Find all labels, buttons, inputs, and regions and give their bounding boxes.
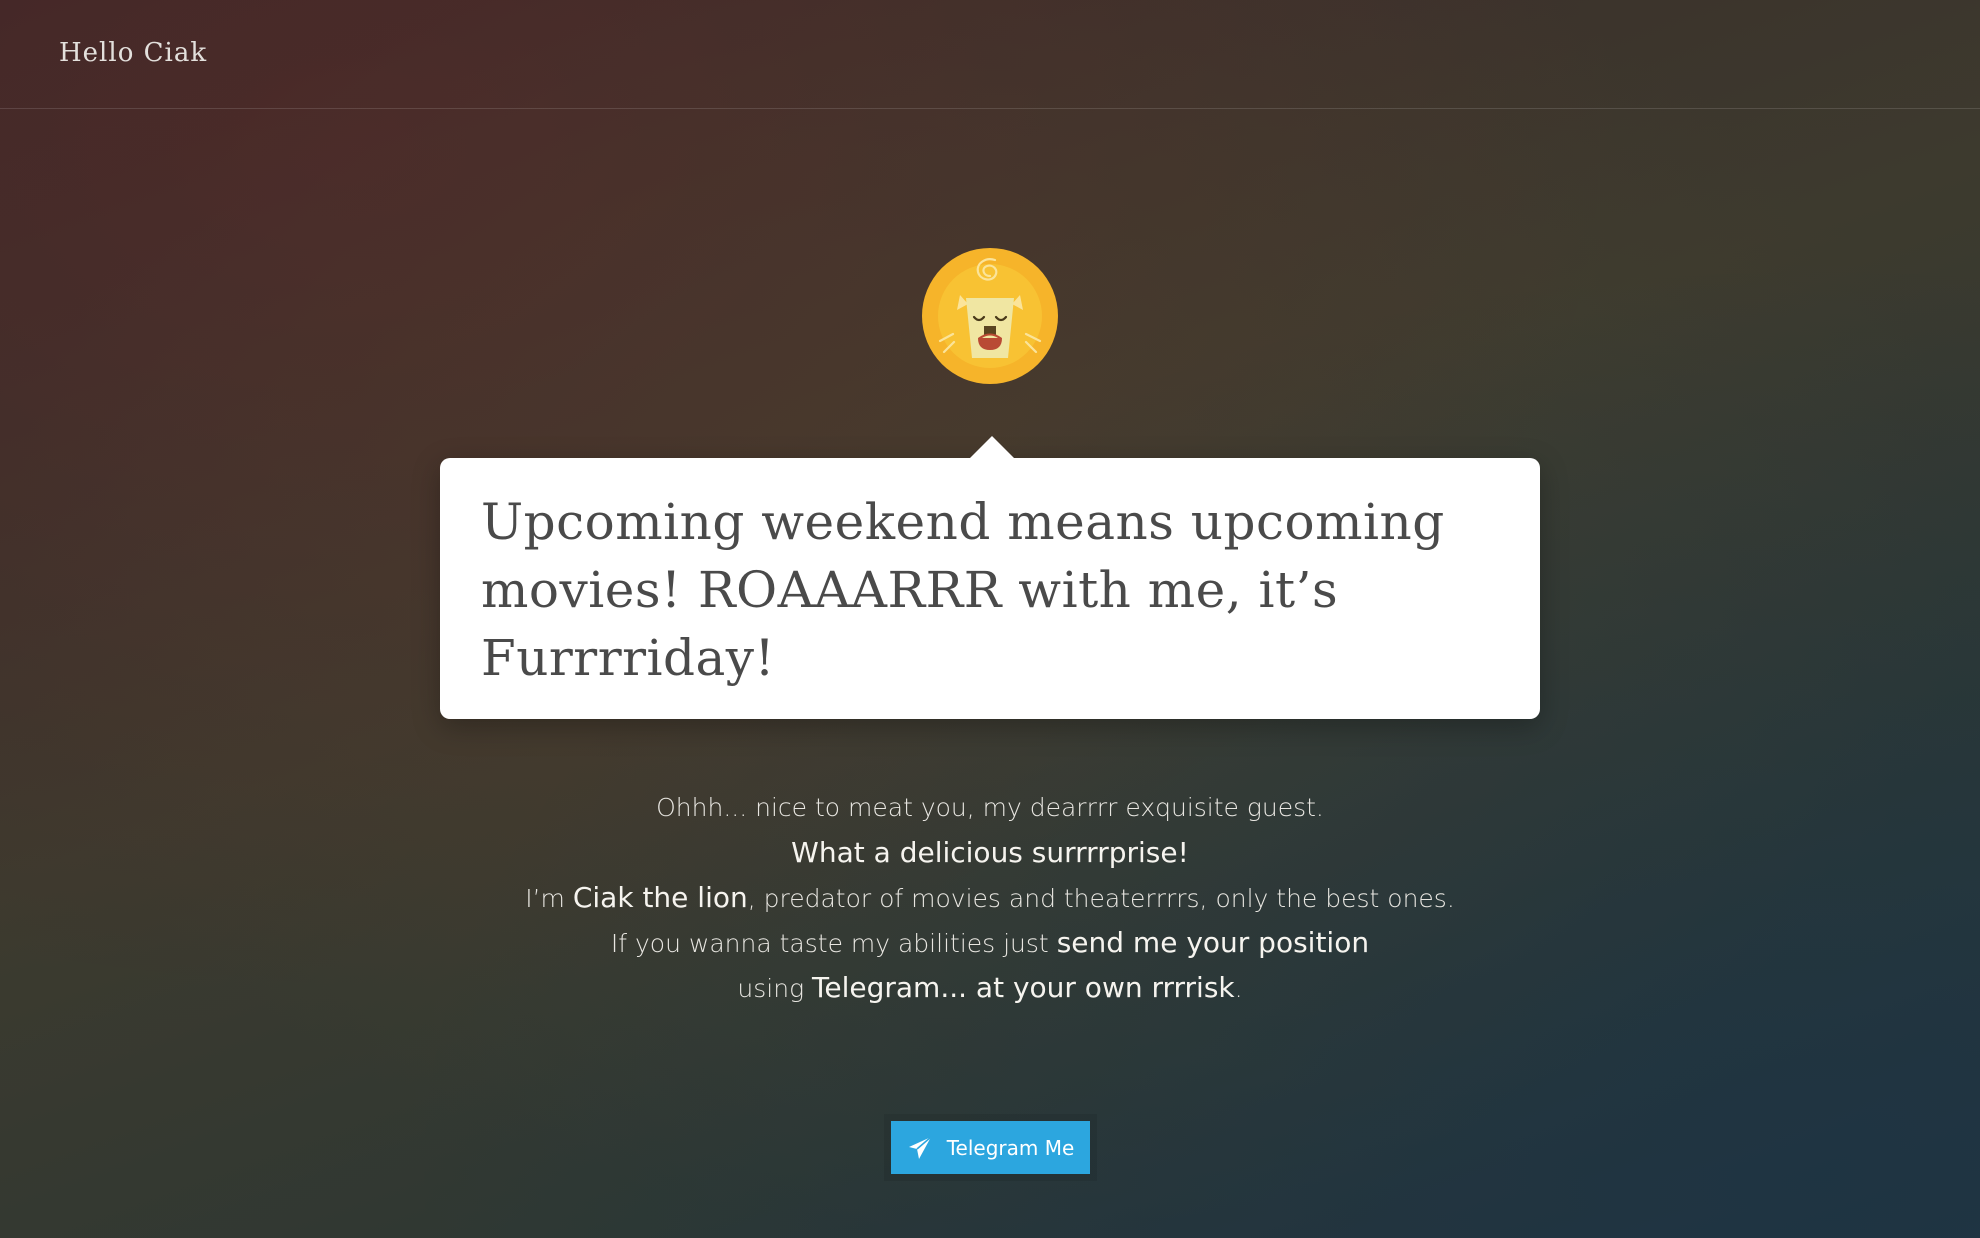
intro-line-3: I’m Ciak the lion, predator of movies an… xyxy=(440,875,1540,920)
lion-face-icon xyxy=(922,248,1058,384)
brand-link[interactable]: Hello Ciak xyxy=(59,38,207,68)
top-bar: Hello Ciak xyxy=(0,0,1980,109)
intro-line-4: If you wanna taste my abilities just sen… xyxy=(440,920,1540,965)
paper-plane-icon xyxy=(908,1135,932,1159)
intro-highlight: send me your position xyxy=(1056,926,1370,959)
intro-text-fragment: . xyxy=(1234,974,1243,1003)
telegram-me-button[interactable]: Telegram Me xyxy=(891,1121,1090,1174)
intro-text-fragment: using xyxy=(737,974,813,1003)
lion-avatar xyxy=(920,246,1060,386)
intro-text-fragment: I’m xyxy=(525,884,573,913)
speech-bubble: Upcoming weekend means upcoming movies! … xyxy=(440,436,1540,719)
intro-line-2: What a delicious surrrrprise! xyxy=(440,830,1540,875)
intro-highlight: What a delicious surrrrprise! xyxy=(791,836,1189,869)
intro-text-fragment: If you wanna taste my abilities just xyxy=(610,929,1057,958)
bubble-message: Upcoming weekend means upcoming movies! … xyxy=(481,493,1445,687)
intro-highlight: Telegram... at your own rrrrisk xyxy=(812,971,1235,1004)
intro-highlight: Ciak the lion xyxy=(572,881,748,914)
telegram-me-label: Telegram Me xyxy=(946,1135,1075,1160)
intro-line-5: using Telegram... at your own rrrrisk. xyxy=(440,965,1540,1010)
intro-text: Ohhh... nice to meat you, my dearrrr exq… xyxy=(440,785,1540,1010)
intro-line-1: Ohhh... nice to meat you, my dearrrr exq… xyxy=(656,793,1324,822)
intro-text-fragment: , predator of movies and theaterrrrs, on… xyxy=(747,884,1455,913)
